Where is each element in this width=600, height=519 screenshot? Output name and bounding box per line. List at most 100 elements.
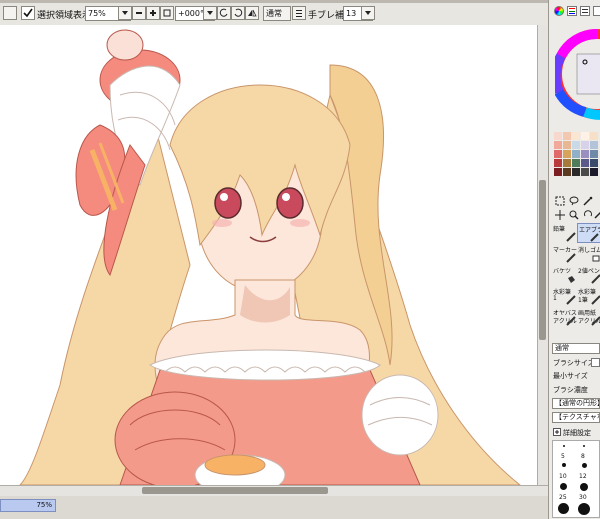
brush-slot-watercolor[interactable]: 水彩筆 1 [552, 286, 576, 306]
swatch[interactable] [581, 132, 589, 140]
brush-slot-watercolor-2[interactable]: 水彩筆 1筆 [577, 286, 600, 306]
magnifier-icon [569, 210, 579, 220]
chevron-down-icon [365, 11, 371, 15]
size-dot[interactable] [560, 483, 567, 490]
stabilizer-dropdown-button[interactable] [361, 6, 375, 20]
size-label: 25 [559, 494, 567, 501]
status-bar [0, 496, 548, 519]
swatch[interactable] [581, 141, 589, 149]
horizontal-scroll-thumb[interactable] [142, 487, 328, 494]
advanced-settings-toggle[interactable] [553, 428, 561, 436]
brush-slot-eraser[interactable]: 消しゴム [577, 244, 600, 264]
swatch[interactable] [554, 159, 562, 167]
zoom-reset-button[interactable] [160, 6, 174, 20]
selection-checkbox[interactable] [21, 6, 35, 20]
swatch[interactable] [572, 159, 580, 167]
brush-size-toggle[interactable] [591, 358, 600, 367]
marker-icon [566, 253, 576, 263]
brush-size-picker[interactable]: 5 8 10 12 25 30 [552, 440, 600, 518]
rotate-left-icon [219, 8, 228, 17]
top-toolbar: 選択領域表示 75% +000° 通常 手ブレ補正 13 [0, 3, 548, 26]
size-dot[interactable] [580, 483, 588, 491]
size-dot[interactable] [563, 445, 565, 447]
brush-blend-select[interactable]: 通常 [552, 343, 600, 354]
lasso-shape-icon [569, 196, 579, 206]
swatch[interactable] [554, 132, 562, 140]
rgb-slider-tab-icon[interactable] [567, 6, 577, 16]
cross-arrows-icon [555, 210, 565, 220]
color-wheel-tab-icon[interactable] [554, 6, 564, 16]
brush-slot-binary[interactable]: 2値ペン [577, 265, 600, 285]
brush-icon [566, 295, 576, 305]
brush-slot-oil[interactable]: オヤバス アクリル [552, 307, 577, 327]
blend-dropdown-button[interactable] [292, 6, 306, 20]
size-dot[interactable] [582, 463, 587, 468]
zoom-dropdown-button[interactable] [118, 6, 132, 20]
swatch[interactable] [590, 141, 598, 149]
advanced-settings-label: 詳細設定 [563, 429, 591, 437]
swatch[interactable] [590, 132, 598, 140]
lasso-icon[interactable] [569, 196, 579, 206]
anime-girl-illustration [19, 29, 521, 485]
size-dot[interactable] [578, 503, 590, 515]
swatch[interactable] [563, 150, 571, 158]
rotate-right-button[interactable] [231, 6, 245, 20]
brush-blend-value: 通常 [555, 344, 569, 352]
swatch[interactable] [581, 168, 589, 176]
swatch[interactable] [554, 150, 562, 158]
drawing-canvas[interactable] [0, 25, 537, 485]
rotate-tool-icon[interactable] [583, 210, 593, 220]
swatch[interactable] [581, 150, 589, 158]
blend-mode-value: 通常 [266, 9, 282, 18]
zoom-in-button[interactable] [146, 6, 160, 20]
brush-slot-paper[interactable]: 画用紙 アクリル [577, 307, 600, 327]
brush-sub-label: 1筆 [578, 297, 588, 304]
brush-icon [566, 316, 576, 326]
swatch[interactable] [554, 141, 562, 149]
swatch-palette[interactable] [552, 130, 600, 190]
rect-select-icon[interactable] [555, 196, 565, 206]
rotation-dropdown-button[interactable] [203, 6, 217, 20]
swatch[interactable] [590, 168, 598, 176]
swatch[interactable] [572, 150, 580, 158]
size-dot[interactable] [558, 503, 569, 514]
flip-button[interactable] [245, 6, 259, 20]
swatch[interactable] [590, 150, 598, 158]
swatch[interactable] [572, 132, 580, 140]
sliders-icon [569, 8, 575, 14]
swatch[interactable] [572, 168, 580, 176]
brush-slot-marker[interactable]: マーカー [552, 244, 577, 264]
zoom-tool-icon[interactable] [569, 210, 579, 220]
magic-wand-icon[interactable] [583, 196, 593, 206]
pen-icon [591, 274, 600, 284]
vertical-scroll-thumb[interactable] [539, 180, 546, 340]
brush-density-label: ブラシ濃度 [553, 386, 588, 394]
min-size-label: 最小サイズ [553, 372, 588, 380]
hsv-slider-tab-icon[interactable] [580, 6, 590, 16]
size-dot[interactable] [583, 445, 585, 447]
move-icon[interactable] [555, 210, 565, 220]
brush-slot-airbrush[interactable]: エアブラシ [577, 223, 600, 243]
swatch[interactable] [563, 132, 571, 140]
swatch[interactable] [563, 141, 571, 149]
reset-icon [163, 9, 171, 17]
palette-tab-icon[interactable] [593, 6, 600, 16]
brush-slot-pencil[interactable]: 鉛筆 [552, 223, 576, 243]
swatch[interactable] [554, 168, 562, 176]
swatch[interactable] [563, 159, 571, 167]
brush-texture-select[interactable]: 【テクスチャなし】 [552, 412, 600, 423]
blend-mode-select[interactable]: 通常 [263, 6, 291, 21]
size-dot[interactable] [562, 463, 566, 467]
brush-name: 鉛筆 [553, 226, 566, 233]
rotate-left-button[interactable] [217, 6, 231, 20]
color-wheel[interactable] [550, 22, 600, 122]
deselect-button[interactable] [3, 6, 17, 20]
swatch[interactable] [572, 141, 580, 149]
zoom-out-button[interactable] [132, 6, 146, 20]
swatch[interactable] [563, 168, 571, 176]
eyedropper-icon[interactable] [593, 210, 600, 220]
swatch[interactable] [590, 159, 598, 167]
brush-slot-bucket[interactable]: バケツ [552, 265, 576, 285]
brush-shape-select[interactable]: 【通常の円形】 [552, 398, 600, 409]
swatch[interactable] [581, 159, 589, 167]
